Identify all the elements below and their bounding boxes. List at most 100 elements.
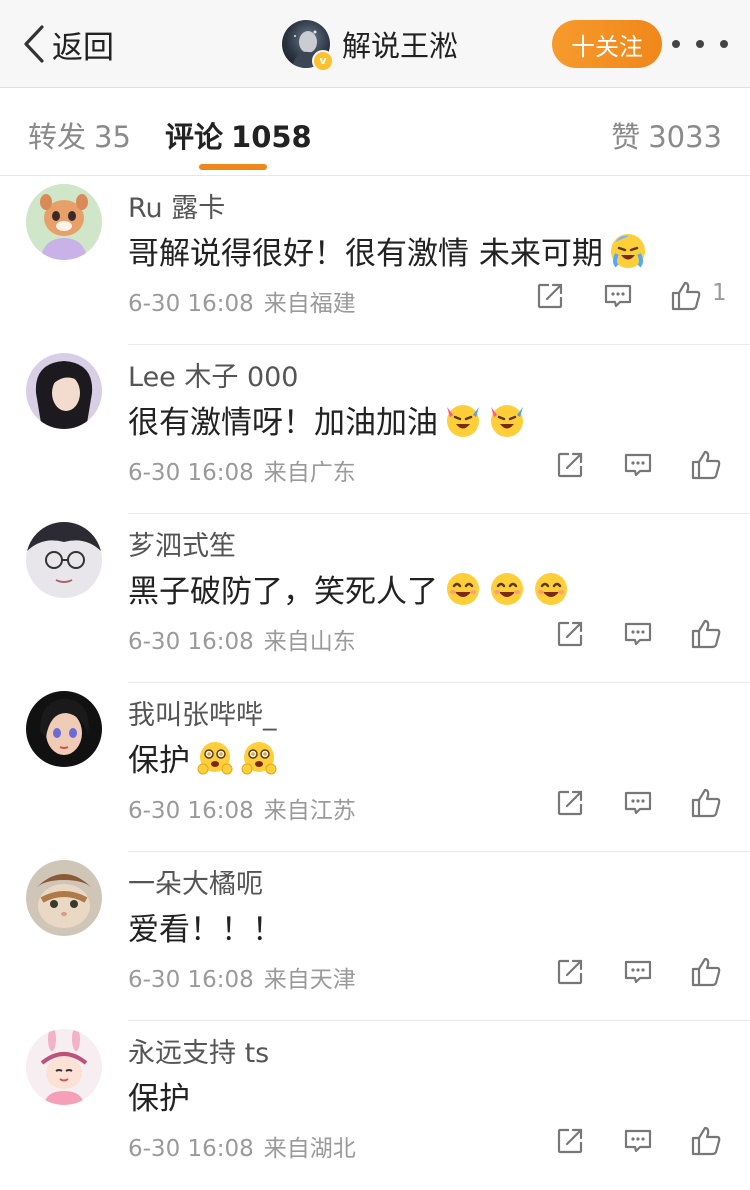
- comment-text-body: 保护: [128, 743, 190, 779]
- verified-badge-icon: v: [312, 50, 334, 72]
- user-avatar[interactable]: [26, 184, 102, 260]
- like-button[interactable]: [686, 1121, 726, 1161]
- comment-text: 哥解说得很好！很有激情 未来可期: [128, 228, 647, 273]
- comment-time: 6-30 16:08: [128, 291, 254, 317]
- comment-text: 爱看！！！: [128, 904, 283, 949]
- share-button[interactable]: [530, 276, 570, 316]
- share-icon: [537, 283, 563, 309]
- comment-time: 6-30 16:08: [128, 967, 254, 993]
- comment-text: 保护: [128, 735, 278, 780]
- thumbs-up-icon: [671, 281, 701, 311]
- comment-text: 很有激情呀！加油加油: [128, 397, 526, 442]
- like-button[interactable]: [686, 952, 726, 992]
- comment-item: 一朵大橘呃 爱看！！！ 6-30 16:08 来自天津: [0, 852, 750, 1021]
- comment-time: 6-30 16:08: [128, 1136, 254, 1162]
- comment-time: 6-30 16:08: [128, 629, 254, 655]
- comment-text-body: 黑子破防了，笑死人了: [128, 574, 438, 610]
- comment-text-body: 哥解说得很好！很有激情 未来可期: [128, 236, 603, 272]
- laugh-emoji-icon: [447, 572, 479, 605]
- reply-button[interactable]: [618, 952, 658, 992]
- comment-source: 来自湖北: [263, 1136, 356, 1162]
- share-icon: [557, 1128, 583, 1154]
- comment-meta: 6-30 16:08 来自江苏: [128, 791, 356, 825]
- like-count: 1: [712, 280, 727, 306]
- share-button[interactable]: [550, 1121, 590, 1161]
- user-avatar[interactable]: [26, 1029, 102, 1105]
- tab-comment[interactable]: 评论 1058: [165, 114, 312, 156]
- comment-meta: 6-30 16:08 来自福建: [128, 284, 356, 318]
- comment-username[interactable]: Ru 露卡: [128, 186, 225, 225]
- author-header[interactable]: v 解说王淞: [282, 20, 458, 72]
- user-avatar[interactable]: [26, 522, 102, 598]
- back-button[interactable]: 返回: [22, 22, 114, 66]
- tab-bar: 转发 35 评论 1058 赞 3033: [0, 88, 750, 176]
- comment-icon: [604, 284, 632, 308]
- protect-emoji-icon: [241, 741, 277, 774]
- comment-item: 永远支持 ts 保护 6-30 16:08 来自湖北: [0, 1021, 750, 1190]
- comment-meta: 6-30 16:08 来自广东: [128, 453, 356, 487]
- follow-button[interactable]: 十关注: [552, 20, 662, 68]
- share-icon: [557, 959, 583, 985]
- comment-source: 来自天津: [263, 967, 356, 993]
- comment-icon: [624, 791, 652, 815]
- like-button[interactable]: [666, 276, 706, 316]
- tab-repost[interactable]: 转发 35: [28, 114, 131, 156]
- reply-button[interactable]: [618, 614, 658, 654]
- share-button[interactable]: [550, 445, 590, 485]
- comment-text: 保护: [128, 1073, 190, 1118]
- reply-button[interactable]: [618, 783, 658, 823]
- more-options-button[interactable]: [672, 26, 728, 62]
- comment-username[interactable]: 我叫张哔哔_: [128, 693, 277, 732]
- reply-button[interactable]: [618, 1121, 658, 1161]
- comment-username[interactable]: 永远支持 ts: [128, 1031, 269, 1070]
- tab-like[interactable]: 赞 3033: [611, 114, 722, 156]
- tab-comment-label: 评论: [165, 120, 224, 154]
- reply-button[interactable]: [598, 276, 638, 316]
- thumbs-up-icon: [691, 788, 721, 818]
- share-button[interactable]: [550, 614, 590, 654]
- user-avatar[interactable]: [26, 691, 102, 767]
- reply-button[interactable]: [618, 445, 658, 485]
- author-avatar[interactable]: v: [282, 20, 334, 72]
- comment-username[interactable]: Lee 木子 000: [128, 355, 299, 394]
- share-button[interactable]: [550, 952, 590, 992]
- comment-item: Ru 露卡 哥解说得很好！很有激情 未来可期 6-30 16:08 来自福建 1: [0, 176, 750, 345]
- comment-meta: 6-30 16:08 来自天津: [128, 960, 356, 994]
- comment-text-body: 爱看！！！: [128, 912, 283, 948]
- thumbs-up-icon: [691, 619, 721, 649]
- tab-comment-count: 1058: [231, 120, 312, 154]
- tab-like-count: 3033: [648, 120, 722, 154]
- share-button[interactable]: [550, 783, 590, 823]
- comment-source: 来自山东: [263, 629, 356, 655]
- comment-text-body: 很有激情呀！加油加油: [128, 405, 438, 441]
- share-icon: [557, 790, 583, 816]
- cheer-emoji-icon: [491, 404, 523, 437]
- tab-repost-count: 35: [94, 120, 131, 154]
- author-name[interactable]: 解说王淞: [342, 23, 458, 65]
- user-avatar[interactable]: [26, 353, 102, 429]
- comment-text: 黑子破防了，笑死人了: [128, 566, 570, 611]
- thumbs-up-icon: [691, 1126, 721, 1156]
- like-button[interactable]: [686, 445, 726, 485]
- like-button[interactable]: [686, 783, 726, 823]
- comment-icon: [624, 1129, 652, 1153]
- user-avatar[interactable]: [26, 860, 102, 936]
- cry-laugh-sweat-emoji-icon: [610, 233, 645, 268]
- comment-username[interactable]: 芗泗式笙: [128, 524, 236, 563]
- share-icon: [557, 452, 583, 478]
- laugh-emoji-icon: [491, 572, 523, 605]
- like-button[interactable]: [686, 614, 726, 654]
- comment-item: 芗泗式笙 黑子破防了，笑死人了 6-30 16:08 来自山东: [0, 514, 750, 683]
- comment-source: 来自广东: [263, 460, 356, 486]
- cheer-emoji-icon: [447, 404, 479, 437]
- chevron-left-icon: [24, 25, 44, 63]
- tab-repost-label: 转发: [28, 120, 87, 154]
- comment-source: 来自江苏: [263, 798, 356, 824]
- laugh-emoji-icon: [535, 572, 567, 605]
- tab-like-label: 赞: [611, 120, 641, 154]
- more-dot-icon: [672, 40, 680, 48]
- comment-username[interactable]: 一朵大橘呃: [128, 862, 263, 901]
- thumbs-up-icon: [691, 957, 721, 987]
- active-tab-indicator: [199, 164, 267, 170]
- comment-text-body: 保护: [128, 1081, 190, 1117]
